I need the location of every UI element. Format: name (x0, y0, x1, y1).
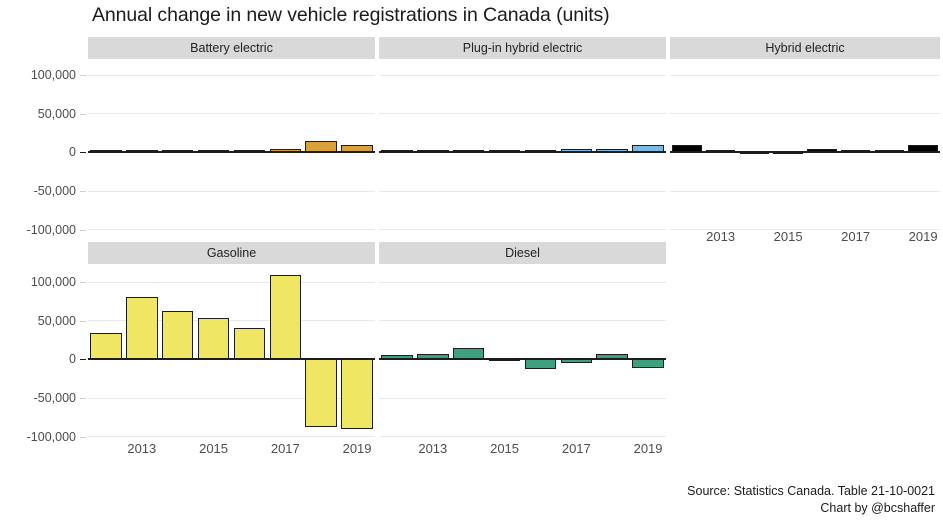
x-tick-label: 2017 (561, 441, 591, 456)
credit-note: Chart by @bcshaffer (820, 501, 935, 515)
panel-header-label: Gasoline (206, 246, 257, 260)
y-tick-label: -50,000 (33, 391, 76, 405)
panel-header-diesel: Diesel (379, 242, 666, 264)
bar (632, 145, 664, 152)
bar (417, 149, 449, 152)
bar (524, 149, 557, 152)
gridline (88, 113, 375, 115)
x-tick-label: 2013 (127, 441, 157, 456)
plot-panel-diesel (379, 267, 666, 452)
gridline (670, 190, 940, 192)
chart-container: Annual change in new vehicle registratio… (0, 0, 943, 523)
plot-panel-battery-electric (88, 60, 375, 245)
x-tick-label: 2019 (908, 229, 938, 244)
bar (197, 317, 230, 359)
bar (452, 149, 485, 152)
bar (233, 328, 266, 359)
gridline (379, 281, 666, 283)
y-tick-label: 100,000 (30, 68, 76, 82)
panel-header-label: Diesel (505, 246, 540, 260)
panel-header-hybrid-electric: Hybrid electric (670, 37, 940, 59)
bar (381, 355, 413, 359)
gridline (88, 190, 375, 192)
y-tick-label: -50,000 (33, 184, 76, 198)
bar (197, 149, 230, 152)
bar (488, 149, 521, 152)
panel-header-label: Plug-in hybrid electric (462, 41, 583, 55)
x-tick-label: 2015 (773, 229, 803, 244)
gridline (379, 113, 666, 115)
y-tick-label: 0 (69, 145, 76, 159)
bar (672, 145, 702, 152)
plot-panel-hybrid-electric (670, 60, 940, 245)
bar (90, 149, 122, 152)
x-tick-label: 2015 (199, 441, 229, 456)
bar (596, 148, 628, 152)
bar (452, 347, 485, 359)
bar (341, 359, 373, 430)
plot-panel-plugin-hybrid-electric (379, 60, 666, 245)
y-tick-label: -100,000 (26, 430, 76, 444)
y-tick-label: 100,000 (30, 275, 76, 289)
gridline (88, 229, 375, 231)
bar (126, 149, 158, 152)
chart-title: Annual change in new vehicle registratio… (92, 4, 610, 26)
bar (341, 144, 373, 152)
gridline (379, 229, 666, 231)
bar (773, 152, 803, 155)
x-tick-label: 2013 (418, 441, 448, 456)
bar (560, 359, 593, 364)
gridline (379, 436, 666, 438)
bar (90, 332, 122, 359)
bar (233, 149, 266, 152)
bar (417, 354, 449, 359)
bar (840, 149, 871, 152)
gridline (379, 320, 666, 322)
bar (269, 148, 302, 152)
source-note: Source: Statistics Canada. Table 21-10-0… (687, 484, 935, 498)
gridline (88, 436, 375, 438)
gridline (670, 113, 940, 115)
gridline (379, 190, 666, 192)
x-tick-label: 2015 (490, 441, 520, 456)
x-tick-label: 2019 (633, 441, 663, 456)
x-tick-label: 2017 (270, 441, 300, 456)
panel-header-battery-electric: Battery electric (88, 37, 375, 59)
gridline (88, 281, 375, 283)
plot-panel-gasoline (88, 267, 375, 452)
bar (488, 359, 521, 362)
y-tick-label: 0 (69, 352, 76, 366)
bar (908, 145, 938, 152)
bar (705, 149, 736, 152)
gridline (379, 74, 666, 76)
bar (269, 275, 302, 359)
bar (874, 149, 905, 152)
panel-header-label: Battery electric (190, 41, 273, 55)
panel-header-gasoline: Gasoline (88, 242, 375, 264)
bar (596, 354, 628, 359)
bar (305, 141, 337, 152)
gridline (379, 397, 666, 399)
gridline (88, 74, 375, 76)
bar (632, 359, 664, 368)
bar (560, 148, 593, 152)
x-tick-label: 2013 (706, 229, 736, 244)
bar (305, 359, 337, 428)
bar (807, 149, 837, 152)
panel-header-label: Hybrid electric (765, 41, 845, 55)
bar (161, 149, 194, 152)
bar (161, 311, 194, 359)
bar (524, 359, 557, 370)
x-tick-label: 2017 (841, 229, 871, 244)
y-tick-label: -100,000 (26, 223, 76, 237)
bar (381, 149, 413, 152)
bar (126, 297, 158, 359)
gridline (670, 74, 940, 76)
y-tick-label: 50,000 (37, 107, 76, 121)
bar (739, 152, 770, 155)
panel-header-plugin-hybrid-electric: Plug-in hybrid electric (379, 37, 666, 59)
x-tick-label: 2019 (342, 441, 372, 456)
y-tick-label: 50,000 (37, 314, 76, 328)
